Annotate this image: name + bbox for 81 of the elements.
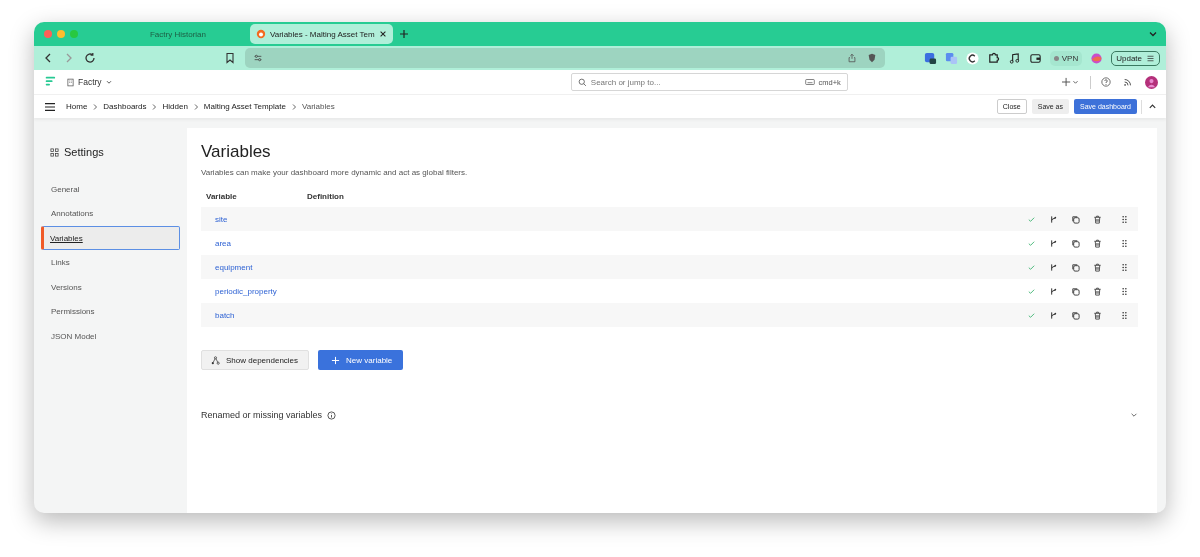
duplicate-icon[interactable]: [1071, 238, 1080, 248]
sidebar-item[interactable]: Versions: [41, 275, 180, 300]
sidebar-item[interactable]: Variables: [41, 226, 180, 251]
sidebar-item[interactable]: General: [41, 177, 180, 201]
chevron-down-icon[interactable]: [1148, 29, 1158, 39]
branch-icon[interactable]: [1049, 262, 1058, 272]
breadcrumb-link[interactable]: Home: [66, 102, 88, 111]
breadcrumb-link[interactable]: Malting Asset Template: [203, 102, 286, 111]
browser-tab[interactable]: Factry Historian: [108, 24, 248, 44]
search-input[interactable]: Search or jump to...: [590, 77, 801, 87]
wallet-icon[interactable]: [1028, 51, 1042, 65]
menu-icon[interactable]: [44, 101, 56, 112]
duplicate-icon[interactable]: [1071, 262, 1080, 272]
variable-link[interactable]: area: [215, 238, 231, 248]
chevron-right-icon: [150, 102, 159, 111]
search-icon: [577, 77, 587, 87]
update-button[interactable]: Update: [1111, 50, 1160, 66]
browser-tab[interactable]: Variables - Malting Asset Tem: [250, 24, 393, 44]
sliders-icon[interactable]: [253, 53, 263, 63]
column-header: Variable: [206, 192, 238, 201]
branch-icon[interactable]: [1049, 310, 1058, 320]
keyboard-icon: [804, 78, 815, 86]
trash-icon[interactable]: [1093, 286, 1102, 296]
vpn-button[interactable]: VPN: [1049, 50, 1083, 66]
gradient-circle-icon[interactable]: [1090, 51, 1104, 65]
plus-icon: [331, 355, 341, 365]
caret-icon[interactable]: [104, 78, 113, 86]
help-icon[interactable]: [1101, 77, 1111, 87]
breadcrumb-link[interactable]: Dashboards: [103, 102, 147, 111]
org-switcher[interactable]: Factry: [78, 77, 102, 87]
graph-icon: [211, 355, 220, 365]
new-variable-button[interactable]: New variable: [318, 350, 404, 370]
extension-icon[interactable]: [923, 51, 937, 65]
drag-handle-icon[interactable]: [1120, 238, 1129, 248]
avatar-icon[interactable]: [1145, 75, 1158, 89]
variable-link[interactable]: equipment: [215, 262, 253, 272]
add-icon[interactable]: [1062, 77, 1080, 87]
column-header: Definition: [307, 192, 344, 201]
rss-icon[interactable]: [1123, 77, 1133, 87]
sidebar-item[interactable]: Annotations: [41, 201, 180, 226]
flame-icon: [256, 29, 266, 39]
variable-link[interactable]: periodic_property: [215, 286, 277, 296]
branch-icon[interactable]: [1049, 286, 1058, 296]
close-icon[interactable]: [378, 30, 387, 38]
trash-icon[interactable]: [1093, 238, 1102, 248]
variable-link[interactable]: site: [215, 214, 228, 224]
branch-icon[interactable]: [1049, 238, 1058, 248]
bookmark-icon[interactable]: [224, 52, 236, 64]
drag-handle-icon[interactable]: [1120, 286, 1129, 296]
branch-icon[interactable]: [1049, 214, 1058, 224]
variable-link[interactable]: batch: [215, 310, 235, 320]
drag-handle-icon[interactable]: [1120, 310, 1129, 320]
trash-icon[interactable]: [1093, 310, 1102, 320]
duplicate-icon[interactable]: [1071, 310, 1080, 320]
chevron-down-icon[interactable]: [1130, 411, 1138, 419]
new-tab-icon[interactable]: [398, 29, 409, 39]
grid-icon: [50, 147, 59, 157]
sidebar-item[interactable]: Permissions: [41, 299, 180, 324]
sidebar-item[interactable]: JSON Model: [41, 324, 180, 349]
drag-handle-icon[interactable]: [1120, 262, 1129, 272]
page-description: Variables can make your dashboard more dynamic and act as global filters.: [201, 168, 469, 177]
trash-icon[interactable]: [1093, 262, 1102, 272]
share-icon[interactable]: [847, 53, 857, 63]
sidebar-item[interactable]: Links: [41, 250, 180, 275]
dependencies-button[interactable]: Show dependencies: [201, 350, 310, 370]
chevron-right-icon: [91, 102, 100, 111]
trash-icon[interactable]: [1093, 214, 1102, 224]
section-title: Renamed or missing variables: [201, 410, 323, 420]
chevron-up-icon[interactable]: [1148, 102, 1157, 111]
duplicate-icon[interactable]: [1071, 286, 1080, 296]
building-icon: [66, 77, 75, 87]
drag-handle-icon[interactable]: [1120, 214, 1129, 224]
shield-icon[interactable]: [867, 53, 877, 63]
duplicate-icon[interactable]: [1071, 214, 1080, 224]
circle-c-icon[interactable]: [965, 51, 979, 65]
page-title: Variables: [201, 142, 272, 162]
info-icon: [327, 410, 337, 420]
breadcrumb-link[interactable]: Hidden: [162, 102, 188, 111]
music-note-icon[interactable]: [1007, 51, 1021, 65]
settings-title: Settings: [64, 146, 104, 158]
reload-icon[interactable]: [84, 52, 96, 64]
